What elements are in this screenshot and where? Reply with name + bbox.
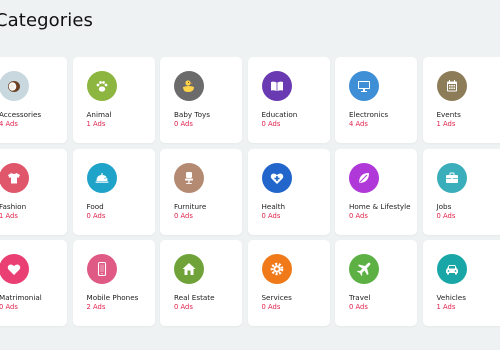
category-label: Furniture bbox=[174, 201, 207, 211]
category-label: Travel bbox=[349, 293, 371, 302]
category-ad-count: 0 Ads bbox=[261, 303, 281, 311]
book-icon bbox=[261, 71, 292, 101]
category-card[interactable]: Fashion 1 Ads bbox=[0, 148, 67, 235]
category-label: Matrimonial bbox=[0, 293, 42, 302]
category-label: Home & Lifestyle bbox=[349, 201, 411, 211]
category-card[interactable]: Real Estate 0 Ads bbox=[160, 240, 242, 326]
category-ad-count: 0 Ads bbox=[86, 211, 106, 220]
category-ad-count: 0 Ads bbox=[174, 303, 193, 311]
category-label: Events bbox=[436, 110, 461, 119]
duck-icon bbox=[174, 71, 204, 101]
category-card[interactable]: Travel 0 Ads bbox=[335, 240, 417, 326]
category-ad-count: 0 Ads bbox=[261, 211, 281, 220]
category-card[interactable]: Animal 1 Ads bbox=[72, 57, 155, 143]
category-label: Accessories bbox=[0, 110, 42, 119]
category-label: Food bbox=[86, 201, 104, 211]
category-ad-count: 4 Ads bbox=[0, 120, 18, 128]
category-label: Mobile Phones bbox=[86, 293, 139, 302]
category-ad-count: 1 Ads bbox=[436, 120, 456, 128]
category-ad-count: 0 Ads bbox=[349, 211, 368, 220]
tshirt-icon bbox=[0, 162, 29, 193]
category-label: Electronics bbox=[349, 110, 389, 119]
category-ad-count: 2 Ads bbox=[86, 303, 106, 311]
category-label: Real Estate bbox=[174, 293, 215, 302]
food-cloche-icon bbox=[86, 162, 117, 193]
category-label: Services bbox=[261, 293, 292, 302]
category-ad-count: 0 Ads bbox=[174, 120, 193, 128]
car-icon bbox=[436, 254, 467, 284]
category-label: Fashion bbox=[0, 201, 27, 211]
category-label: Jobs bbox=[436, 201, 452, 211]
briefcase-icon bbox=[436, 162, 467, 193]
mobile-phone-icon bbox=[86, 254, 117, 284]
monitor-icon bbox=[349, 71, 379, 101]
coconut-icon bbox=[0, 71, 29, 101]
category-card[interactable]: Matrimonial 0 Ads bbox=[0, 240, 67, 326]
house-icon bbox=[174, 254, 204, 284]
airplane-icon bbox=[349, 254, 379, 284]
category-label: Education bbox=[261, 110, 298, 119]
leaf-icon bbox=[349, 162, 379, 193]
category-ad-count: 0 Ads bbox=[436, 211, 456, 220]
category-label: Baby Toys bbox=[174, 110, 210, 119]
chair-icon bbox=[174, 162, 204, 193]
category-ad-count: 1 Ads bbox=[436, 303, 456, 311]
category-card[interactable]: Electronics 4 Ads bbox=[335, 57, 417, 143]
category-ad-count: 0 Ads bbox=[261, 120, 281, 128]
category-label: Health bbox=[261, 201, 286, 211]
page-title: Categories bbox=[0, 10, 94, 31]
category-card[interactable]: Health 0 Ads bbox=[247, 148, 330, 235]
category-ad-count: 0 Ads bbox=[174, 211, 193, 220]
category-card[interactable]: Home & Lifestyle 0 Ads bbox=[335, 148, 417, 235]
heart-icon bbox=[0, 254, 29, 284]
category-card[interactable]: Furniture 0 Ads bbox=[160, 148, 242, 235]
category-label: Animal bbox=[86, 110, 112, 119]
category-card[interactable]: Food 0 Ads bbox=[72, 148, 155, 235]
category-card[interactable]: Jobs 0 Ads bbox=[422, 148, 500, 235]
category-ad-count: 1 Ads bbox=[86, 120, 106, 128]
category-ad-count: 0 Ads bbox=[349, 303, 368, 311]
category-card[interactable]: Services 0 Ads bbox=[247, 240, 330, 326]
category-card[interactable]: Events 1 Ads bbox=[422, 57, 500, 143]
category-ad-count: 4 Ads bbox=[349, 120, 368, 128]
category-card[interactable]: Vehicles 1 Ads bbox=[422, 240, 500, 326]
gear-icon bbox=[261, 254, 292, 284]
category-card[interactable]: Baby Toys 0 Ads bbox=[160, 57, 242, 143]
category-card[interactable]: Education 0 Ads bbox=[247, 57, 330, 143]
category-card[interactable]: Accessories 4 Ads bbox=[0, 57, 67, 143]
paw-icon bbox=[86, 71, 117, 101]
category-ad-count: 0 Ads bbox=[0, 303, 18, 311]
calendar-icon bbox=[436, 71, 467, 101]
category-ad-count: 1 Ads bbox=[0, 211, 18, 220]
category-label: Vehicles bbox=[436, 293, 466, 302]
category-card[interactable]: Mobile Phones 2 Ads bbox=[72, 240, 155, 326]
heart-plus-icon bbox=[261, 162, 292, 193]
